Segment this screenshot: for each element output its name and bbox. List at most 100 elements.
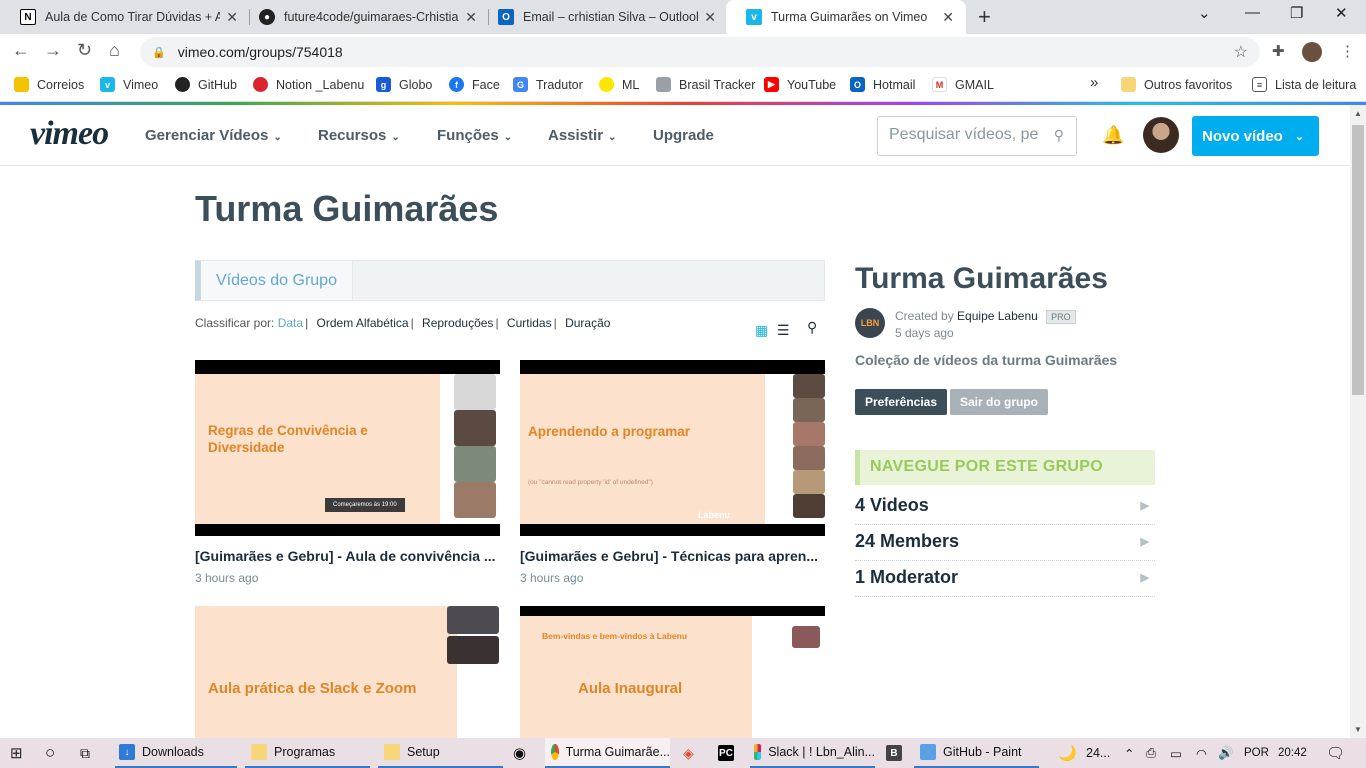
bookmark-youtube[interactable]: ▶ YouTube	[764, 77, 836, 92]
taskbar-setup[interactable]: Setup	[378, 738, 503, 768]
page-scrollbar[interactable]: ▲ ▼	[1350, 105, 1366, 738]
vimeo-logo[interactable]: vimeo	[30, 115, 109, 153]
sort-option-duracao[interactable]: Duração	[565, 316, 610, 330]
close-icon[interactable]: ✕	[226, 9, 238, 26]
bookmarks-overflow-icon[interactable]: »	[1090, 74, 1098, 91]
new-tab-button[interactable]: +	[978, 4, 991, 30]
tray-chevron-icon[interactable]: ⌃	[1124, 738, 1134, 768]
taskbar-slack[interactable]: Slack | ! Lbn_Alin...	[750, 738, 875, 768]
video-card[interactable]: Bem-vindas e bem-vindos à Labenu Aula In…	[520, 606, 825, 738]
search-input[interactable]: Pesquisar vídeos, pe ⚲	[877, 116, 1077, 156]
wifi-icon[interactable]: ◠	[1196, 738, 1207, 768]
bookmark-gmail[interactable]: M GMAIL	[932, 77, 994, 92]
other-favorites[interactable]: Outros favoritos	[1121, 77, 1232, 92]
weather-text[interactable]: 24...	[1086, 738, 1110, 768]
bookmark-hotmail[interactable]: O Hotmail	[850, 77, 915, 92]
preferences-button[interactable]: Preferências	[855, 389, 947, 415]
video-title[interactable]: [Guimarães e Gebru] - Técnicas para apre…	[520, 548, 825, 564]
pycharm-icon[interactable]: PC	[718, 738, 741, 768]
close-icon[interactable]: ✕	[942, 9, 954, 26]
grid-view-icon[interactable]: ▦	[755, 322, 768, 339]
taskbar-programas[interactable]: Programas	[245, 738, 370, 768]
scroll-up-icon[interactable]: ▲	[1354, 109, 1362, 118]
taskbar-downloads[interactable]: ↓ Downloads	[115, 738, 237, 768]
close-icon[interactable]: ✕	[704, 9, 716, 26]
sort-option-curtidas[interactable]: Curtidas	[507, 316, 552, 330]
scrollbar-thumb[interactable]	[1352, 125, 1364, 395]
app-icon[interactable]: B	[886, 738, 909, 768]
clock[interactable]: 20:42	[1278, 738, 1307, 768]
video-thumbnail[interactable]: Aprendendo a programar (ou "cannot read …	[520, 360, 825, 536]
close-window-icon[interactable]: ✕	[1335, 4, 1348, 22]
new-video-button[interactable]: Novo vídeo ⌄	[1192, 116, 1319, 156]
video-thumbnail[interactable]: Regras de Convivência e Diversidade Come…	[195, 360, 500, 536]
battery-icon[interactable]: ▭	[1170, 738, 1182, 768]
notifications-icon[interactable]: 🗨	[1326, 738, 1345, 768]
search-icon[interactable]: ⚲	[1054, 127, 1064, 144]
video-thumbnail[interactable]: Aula prática de Slack e Zoom	[195, 606, 500, 738]
sort-option-alfabetica[interactable]: Ordem Alfabética	[317, 316, 409, 330]
browser-tab[interactable]: ● future4code/guimaraes-Crhistian ✕	[239, 0, 489, 34]
bookmark-ml[interactable]: ML	[599, 77, 639, 92]
close-icon[interactable]: ✕	[465, 9, 477, 26]
extensions-icon[interactable]: ✚	[1272, 42, 1285, 60]
forward-icon[interactable]: →	[44, 40, 62, 61]
stat-moderator-link[interactable]: 1 Moderator ▶	[855, 561, 1155, 597]
bookmark-brasil-tracker[interactable]: Brasil Tracker	[656, 77, 755, 92]
tab-videos-do-grupo[interactable]: Vídeos do Grupo	[201, 261, 353, 300]
bookmark-star-icon[interactable]: ☆	[1234, 42, 1248, 62]
bell-icon[interactable]: 🔔	[1102, 125, 1124, 146]
video-card[interactable]: Regras de Convivência e Diversidade Come…	[195, 360, 500, 585]
menu-icon[interactable]: ⋮	[1340, 42, 1355, 60]
device-icon[interactable]: ⎙	[1146, 738, 1156, 768]
tab-search-icon[interactable]: ⌄	[1198, 4, 1211, 22]
search-icon[interactable]: ⚲	[807, 319, 817, 336]
bookmark-correios[interactable]: Correios	[14, 77, 84, 92]
bookmark-face[interactable]: f Face	[449, 77, 500, 92]
bookmark-github[interactable]: GitHub	[175, 77, 237, 92]
bookmark-tradutor[interactable]: G Tradutor	[513, 77, 583, 92]
address-bar[interactable]: 🔒 vimeo.com/groups/754018 ☆	[140, 37, 1260, 67]
leave-group-button[interactable]: Sair do grupo	[950, 389, 1048, 415]
language-indicator[interactable]: POR	[1244, 738, 1269, 768]
creator-link[interactable]: Equipe Labenu	[957, 309, 1038, 323]
sort-option-data[interactable]: Data	[278, 316, 303, 330]
nav-gerenciar-videos[interactable]: Gerenciar Vídeos ⌄	[145, 127, 282, 144]
weather-icon[interactable]: 🌙	[1058, 738, 1077, 768]
reading-list[interactable]: ≡ Lista de leitura	[1252, 77, 1356, 92]
list-view-icon[interactable]: ☰	[777, 322, 790, 339]
search-icon[interactable]: ○	[45, 738, 55, 768]
restore-icon[interactable]: ❐	[1290, 4, 1303, 22]
bookmark-globo[interactable]: g Globo	[376, 77, 432, 92]
minimize-icon[interactable]: —	[1245, 4, 1260, 21]
home-icon[interactable]: ⌂	[109, 40, 120, 61]
windows-start-icon[interactable]: ⊞	[10, 738, 23, 768]
nav-assistir[interactable]: Assistir ⌄	[548, 127, 616, 144]
nav-recursos[interactable]: Recursos ⌄	[318, 127, 400, 144]
bookmark-notion[interactable]: Notion _Labenu	[253, 77, 364, 92]
stat-videos-link[interactable]: 4 Videos ▶	[855, 489, 1155, 525]
volume-icon[interactable]: 🔊	[1218, 738, 1234, 768]
video-card[interactable]: Aprendendo a programar (ou "cannot read …	[520, 360, 825, 585]
bookmark-vimeo[interactable]: v Vimeo	[100, 77, 158, 92]
taskbar-chrome[interactable]: Turma Guimarãe...	[545, 738, 670, 768]
browser-tab[interactable]: N Aula de Como Tirar Dúvidas + At ✕	[0, 0, 250, 34]
browser-tab-active[interactable]: v Turma Guimarães on Vimeo ✕	[726, 0, 966, 34]
stat-members-link[interactable]: 24 Members ▶	[855, 525, 1155, 561]
video-thumbnail[interactable]: Bem-vindas e bem-vindos à Labenu Aula In…	[520, 606, 825, 738]
task-view-icon[interactable]: ⧉	[80, 738, 90, 768]
back-icon[interactable]: ←	[12, 40, 30, 61]
video-card[interactable]: Aula prática de Slack e Zoom	[195, 606, 500, 738]
nav-upgrade[interactable]: Upgrade	[653, 127, 714, 144]
user-avatar[interactable]	[1143, 117, 1179, 153]
reload-icon[interactable]: ↻	[77, 40, 92, 61]
scroll-down-icon[interactable]: ▼	[1354, 725, 1362, 734]
profile-avatar[interactable]	[1302, 42, 1322, 62]
taskbar-paint[interactable]: GitHub - Paint	[914, 738, 1039, 768]
git-icon[interactable]: ◈	[683, 738, 694, 768]
browser-tab[interactable]: O Email – crhistian Silva – Outlook ✕	[478, 0, 728, 34]
obs-icon[interactable]: ◉	[513, 738, 526, 768]
sort-option-reproducoes[interactable]: Reproduções	[422, 316, 493, 330]
nav-funcoes[interactable]: Funções ⌄	[437, 127, 512, 144]
creator-avatar[interactable]: LBN	[855, 308, 885, 338]
